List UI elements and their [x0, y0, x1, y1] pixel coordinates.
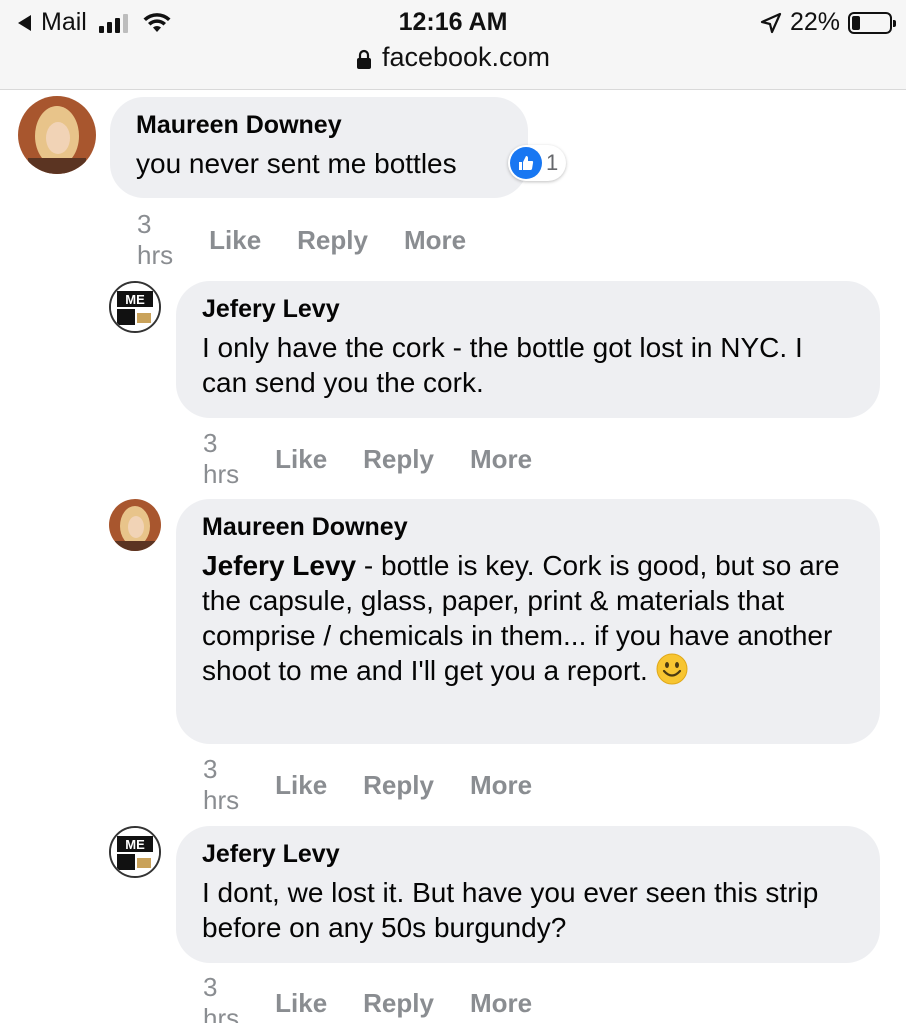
comment-actions: 3 hrs Like Reply More [137, 209, 502, 271]
comment-author[interactable]: Jefery Levy [202, 295, 854, 324]
avatar[interactable] [18, 96, 96, 174]
lock-icon [356, 49, 371, 69]
avatar[interactable] [109, 499, 161, 551]
comment-bubble[interactable]: Maureen Downey you never sent me bottles [110, 97, 528, 198]
reaction-badge[interactable]: 1 [508, 145, 567, 181]
like-button[interactable]: Like [275, 444, 327, 475]
jefery-avatar-logo: ME [111, 828, 159, 876]
thumbs-up-icon [510, 147, 542, 179]
battery-percent: 22% [789, 8, 840, 36]
browser-top-bar: Mail 12:16 AM 22% facebook.com [0, 0, 906, 90]
reply-button[interactable]: Reply [363, 770, 434, 801]
like-button[interactable]: Like [275, 988, 327, 1019]
status-right: 22% [760, 8, 896, 37]
comment-text: I dont, we lost it. But have you ever se… [202, 877, 819, 943]
comment-text: you never sent me bottles [136, 148, 457, 179]
reply-button[interactable]: Reply [363, 988, 434, 1019]
mention-link[interactable]: Jefery Levy [202, 550, 356, 581]
smiley-emoji-icon [656, 653, 688, 685]
url-bar[interactable]: facebook.com [0, 42, 906, 73]
comment-author[interactable]: Maureen Downey [136, 111, 502, 140]
maureen-avatar-photo [109, 499, 161, 551]
avatar[interactable]: ME [109, 826, 161, 878]
reply-button[interactable]: Reply [297, 225, 368, 256]
like-button[interactable]: Like [209, 225, 261, 256]
maureen-avatar-photo [18, 96, 96, 174]
svg-text:ME: ME [125, 292, 145, 307]
avatar[interactable]: ME [109, 281, 161, 333]
comment-bubble[interactable]: Maureen Downey Jefery Levy - bottle is k… [176, 499, 880, 744]
more-button[interactable]: More [470, 988, 532, 1019]
more-button[interactable]: More [404, 225, 466, 256]
comment-author[interactable]: Maureen Downey [202, 513, 854, 542]
svg-text:ME: ME [125, 837, 145, 852]
reaction-count: 1 [546, 150, 559, 175]
comment-time[interactable]: 3 hrs [203, 428, 239, 490]
battery-level [852, 15, 860, 30]
comment-bubble[interactable]: Jefery Levy I only have the cork - the b… [176, 281, 880, 418]
comment-time[interactable]: 3 hrs [203, 972, 239, 1023]
comment-time[interactable]: 3 hrs [137, 209, 173, 271]
more-button[interactable]: More [470, 444, 532, 475]
comment-bubble[interactable]: Jefery Levy I dont, we lost it. But have… [176, 826, 880, 963]
like-button[interactable]: Like [275, 770, 327, 801]
battery-icon [848, 11, 896, 34]
comment-actions: 3 hrs Like Reply More [203, 972, 568, 1023]
comment-actions: 3 hrs Like Reply More [203, 428, 568, 490]
comment-text: I only have the cork - the bottle got lo… [202, 332, 803, 398]
comment-author[interactable]: Jefery Levy [202, 840, 854, 869]
url-domain[interactable]: facebook.com [382, 42, 550, 73]
comment-actions: 3 hrs Like Reply More [203, 754, 568, 816]
more-button[interactable]: More [470, 770, 532, 801]
comment-text: Jefery Levy - bottle is key. Cork is goo… [202, 548, 854, 688]
location-arrow-icon [760, 12, 782, 33]
jefery-avatar-logo: ME [111, 283, 159, 331]
comment-time[interactable]: 3 hrs [203, 754, 239, 816]
reply-button[interactable]: Reply [363, 444, 434, 475]
